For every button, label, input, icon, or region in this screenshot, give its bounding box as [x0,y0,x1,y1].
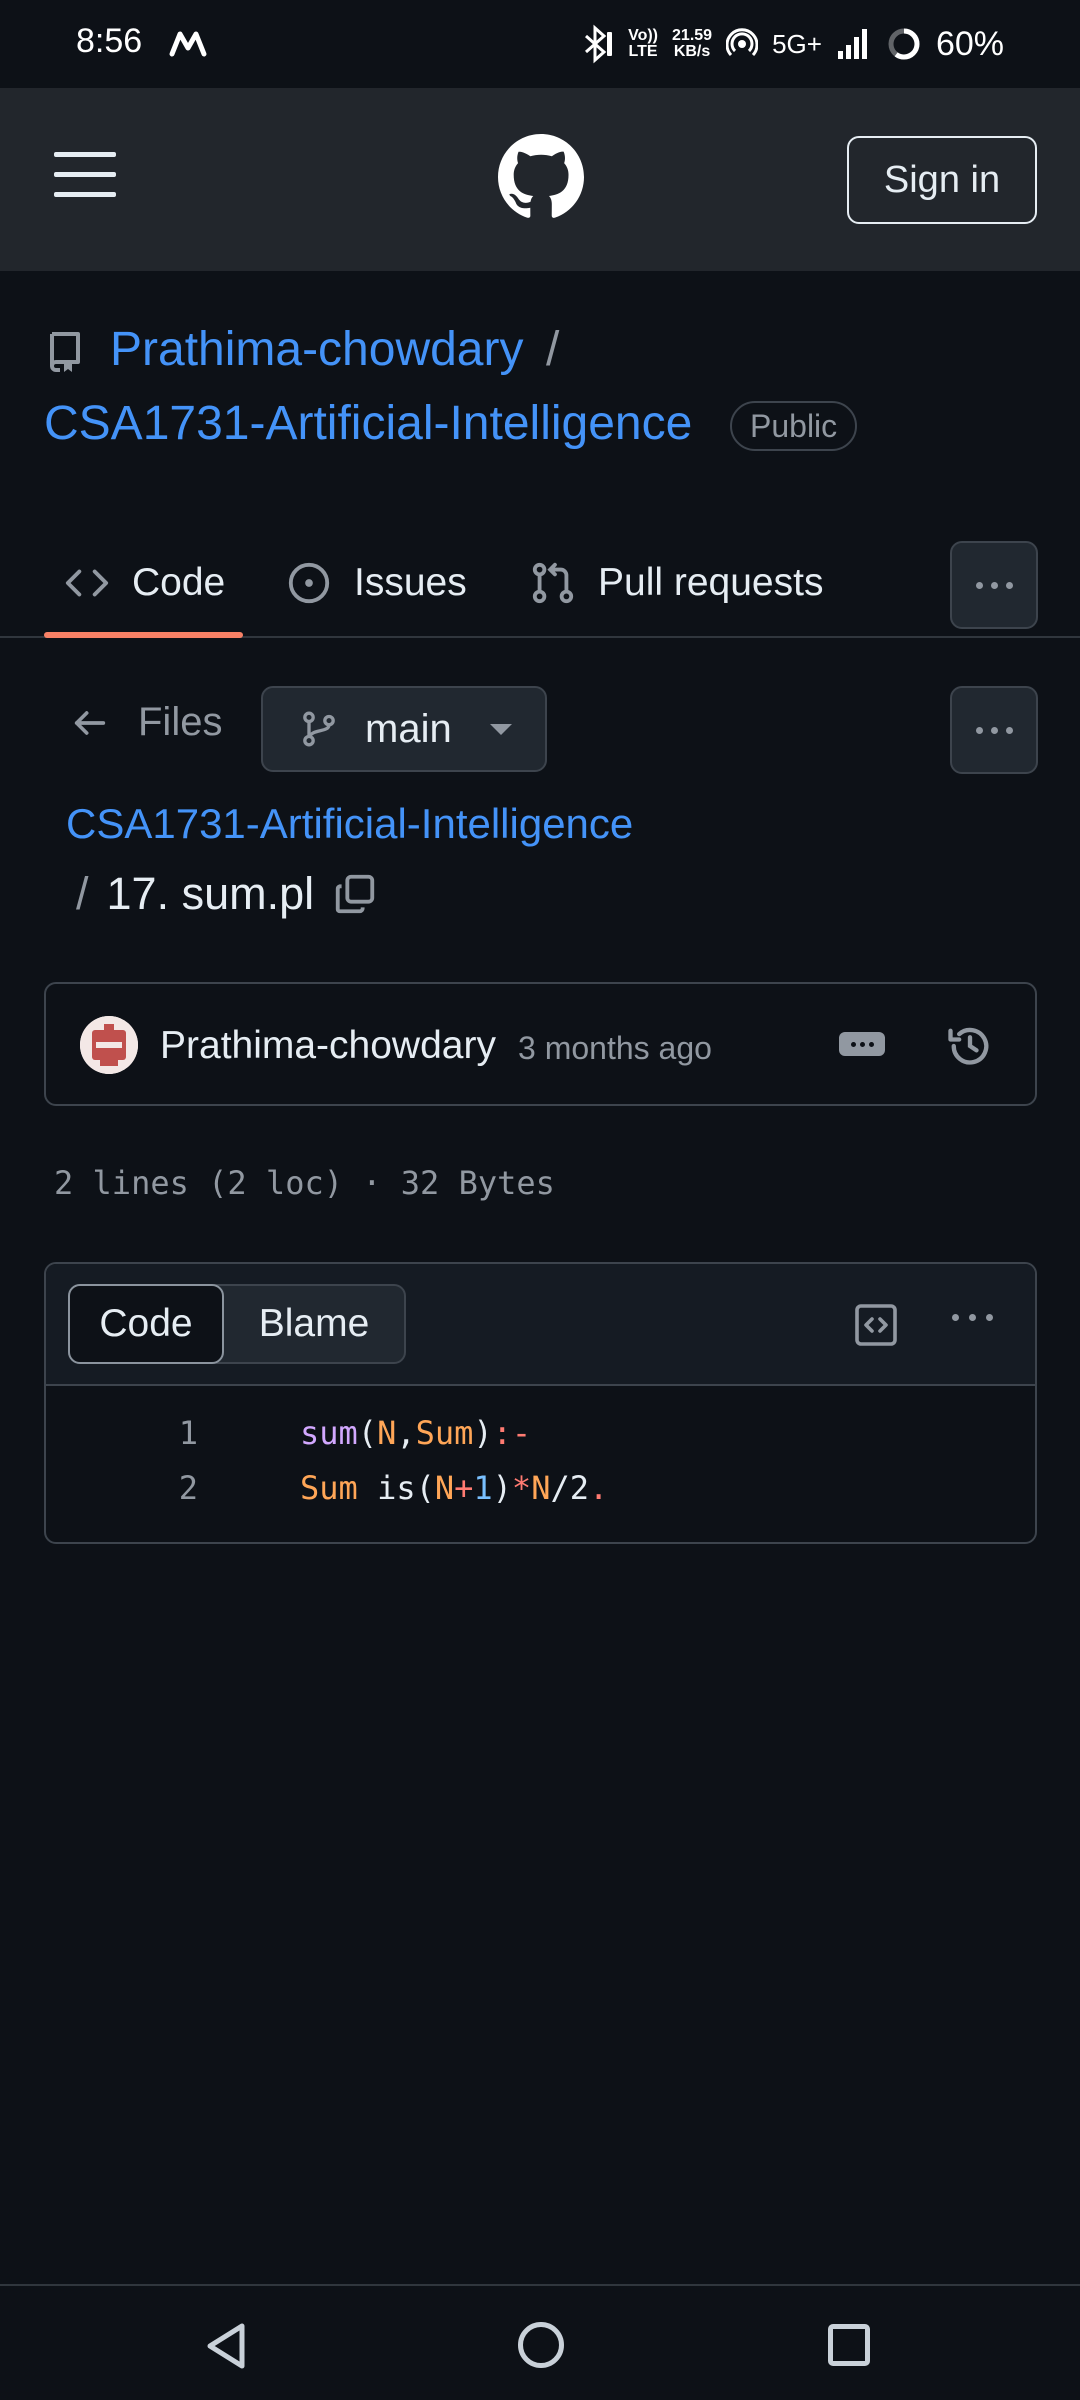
history-icon[interactable] [944,1020,996,1072]
active-tab-indicator [44,632,243,638]
commit-author[interactable]: Prathima-chowdary [160,1024,496,1068]
tab-issues-label: Issues [354,561,467,604]
arrow-left-icon [74,710,106,735]
tab-pull-requests-label: Pull requests [598,561,824,604]
file-info: 2 lines (2 loc) · 32 Bytes [54,1164,555,1202]
files-back-label: Files [138,700,223,744]
battery-percent: 60% [935,24,1004,63]
code-line: 2 Sum is(N+1)*N/2. [46,1469,1035,1524]
hotspot-icon [726,28,759,57]
code-viewer-header: Code Blame [46,1264,1035,1386]
home-icon[interactable] [518,2322,564,2368]
more-tabs-button[interactable] [950,541,1038,629]
volte-indicator: Vo)) LTE [628,27,659,60]
repo-tabs: Code Issues Pull requests [0,530,1080,638]
avatar[interactable] [80,1016,138,1074]
breadcrumb-separator: / [76,868,89,919]
site-header: Sign in [0,88,1080,271]
tab-code[interactable]: Code [64,530,225,636]
recent-apps-icon[interactable] [828,2324,870,2366]
code-body: 1 sum(N,Sum):- 2 Sum is(N+1)*N/2. [46,1386,1035,1524]
breadcrumb: / 17. sum.pl [76,868,378,920]
file-code-icon[interactable] [852,1301,900,1349]
view-toggle: Code Blame [68,1284,406,1364]
line-number[interactable]: 1 [158,1414,198,1452]
repo-owner-link[interactable]: Prathima-chowdary [110,322,523,377]
tab-issues[interactable]: Issues [286,530,467,636]
branch-selector[interactable]: main [261,686,547,772]
repo-separator: / [546,323,560,376]
line-number[interactable]: 2 [158,1469,198,1507]
code-icon [65,569,109,597]
bluetooth-icon [585,24,613,64]
files-back-button[interactable]: Files [70,700,222,745]
system-nav-bar [0,2284,1080,2400]
code-text: Sum is(N+1)*N/2. [300,1469,609,1507]
sign-in-button[interactable]: Sign in [847,136,1037,224]
repo-name-link[interactable]: CSA1731-Artificial-Intelligence [44,396,692,451]
status-bar: 8:56 Vo)) LTE 21.59 KB/s 5G+ 60% [0,0,1080,88]
commit-message-toggle-icon[interactable] [839,1032,885,1056]
issue-opened-icon [288,562,330,604]
tab-pull-requests[interactable]: Pull requests [530,530,823,636]
code-line: 1 sum(N,Sum):- [46,1414,1035,1469]
battery-icon [888,28,920,60]
file-more-button[interactable] [950,686,1038,774]
branch-name: main [365,706,452,751]
file-name: 17. sum.pl [106,868,315,919]
visibility-badge: Public [730,401,858,451]
code-text: sum(N,Sum):- [300,1414,532,1452]
net-speed: 21.59 KB/s [672,27,713,60]
github-logo-icon[interactable] [498,134,584,220]
network-type: 5G+ [772,28,822,59]
latest-commit-box: Prathima-chowdary 3 months ago [44,982,1037,1106]
app-notification-icon [169,31,207,57]
triangle-down-icon [489,723,512,735]
git-pull-request-icon [532,562,574,604]
blame-view-button[interactable]: Blame [224,1286,404,1362]
copy-icon[interactable] [332,871,378,917]
signal-icon [837,29,867,59]
tab-code-label: Code [132,561,226,604]
kebab-horizontal-icon [975,726,983,734]
repo-icon [50,332,80,372]
git-branch-icon [303,711,335,747]
back-icon[interactable] [204,2322,250,2370]
status-time: 8:56 [76,22,143,60]
menu-icon[interactable] [54,152,116,198]
code-viewer: Code Blame 1 sum(N,Sum):- 2 Sum is(N+1)*… [44,1262,1037,1544]
kebab-horizontal-icon [975,581,983,589]
commit-time: 3 months ago [518,1030,712,1066]
breadcrumb-repo-link[interactable]: CSA1731-Artificial-Intelligence [66,800,633,848]
code-view-button[interactable]: Code [68,1284,224,1364]
viewer-more-icon[interactable] [952,1314,993,1321]
status-icons: Vo)) LTE 21.59 KB/s 5G+ 60% [580,20,1004,68]
